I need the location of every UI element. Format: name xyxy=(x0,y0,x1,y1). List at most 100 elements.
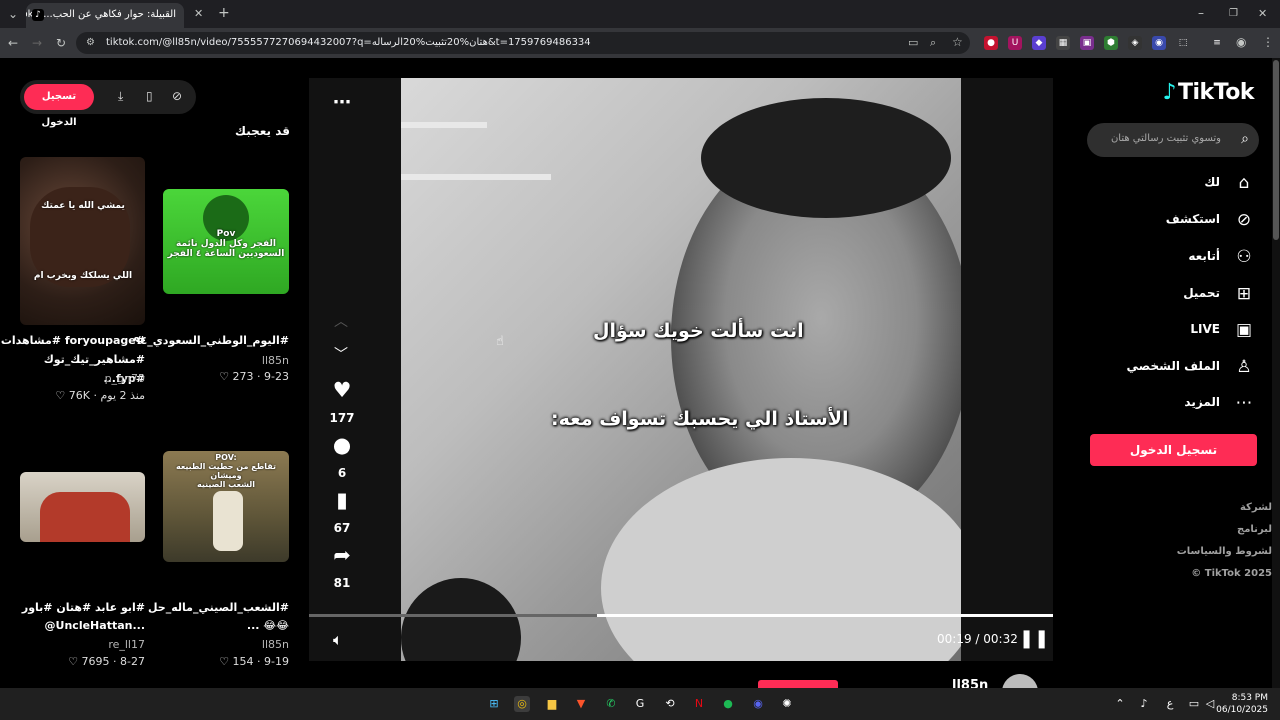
compass-small-icon[interactable]: ⊘ xyxy=(172,89,182,103)
home-icon[interactable]: ⌂ xyxy=(1234,173,1254,193)
spotify-icon[interactable]: ● xyxy=(720,696,736,712)
page-scrollbar[interactable] xyxy=(1272,58,1280,688)
forward-icon[interactable]: → xyxy=(32,36,42,50)
video-player[interactable]: ⋯ انت سألت خويك سؤال الأستاذ الي يحسبك ت… xyxy=(309,78,1053,661)
prev-video-icon[interactable]: ︿ xyxy=(334,311,348,331)
reload-icon[interactable]: ↻ xyxy=(56,36,66,50)
diamond-icon[interactable]: ◈ xyxy=(1128,36,1142,50)
dark-object xyxy=(401,578,521,661)
nav-more[interactable]: المزيد xyxy=(1184,395,1220,409)
suggestion-title-4b[interactable]: @UncleHattan... xyxy=(45,616,145,635)
file-explorer-icon[interactable]: ▆ xyxy=(544,696,560,712)
suggestion-title-3[interactable]: #الشعب_الصيني_ماله_حل xyxy=(148,598,289,617)
suggestion-title-2[interactable]: #foryoupage #مشاهدات xyxy=(1,331,145,350)
restore-icon[interactable]: ❐ xyxy=(1229,7,1238,21)
mic-icon[interactable]: ♪ xyxy=(1136,696,1152,712)
suggestion-user-3[interactable]: ll85n xyxy=(262,638,289,651)
author-avatar[interactable] xyxy=(1002,674,1038,688)
login-button-top[interactable]: تسجيل الدخول xyxy=(24,84,94,128)
suggestion-title-4[interactable]: #ابو عابد #هتان #باور xyxy=(22,598,145,617)
like-icon[interactable]: ♥ xyxy=(331,379,353,401)
suggestion-thumb-1[interactable]: Pov الفجر وكل الدول نائمة السعوديين السا… xyxy=(163,189,289,294)
nav-explore[interactable]: استكشف xyxy=(1166,212,1220,226)
tray-chevron-icon[interactable]: ⌃ xyxy=(1112,696,1128,712)
site-info-icon[interactable]: ⚙ xyxy=(86,36,95,50)
nav-live[interactable]: LIVE xyxy=(1190,322,1220,336)
system-clock[interactable]: 8:53 PM 06/10/2025 xyxy=(1216,692,1268,716)
shield-icon[interactable]: ◆ xyxy=(1032,36,1046,50)
video-progress-bar[interactable] xyxy=(309,614,1053,617)
zoom-icon[interactable]: ⌕ xyxy=(930,36,936,50)
capcut-icon[interactable]: ⟲ xyxy=(662,696,678,712)
reading-list-icon[interactable]: ≡ xyxy=(1210,36,1224,50)
tiktok-logo[interactable]: ♪TikTok xyxy=(1162,80,1254,105)
footer-program[interactable]: لبرنامج xyxy=(1237,524,1272,535)
next-video-icon[interactable]: ﹀ xyxy=(334,344,348,364)
search-input[interactable]: وتسوي تثبيت رسالتي هتان ⌕ xyxy=(1087,123,1259,157)
suggestion-title-3b[interactable]: 😂😂 ... xyxy=(247,616,289,635)
suggestion-thumb-3[interactable]: POV: تقاطع من حطيت الطبيعه وميشان الشعب … xyxy=(163,451,289,562)
puzzle-icon[interactable]: ▣ xyxy=(1080,36,1094,50)
ublock-icon[interactable]: U xyxy=(1008,36,1022,50)
bookmark-star-icon[interactable]: ☆ xyxy=(952,35,963,49)
profile-avatar-icon[interactable]: ◉ xyxy=(1236,35,1246,49)
author-name[interactable]: ll85n xyxy=(952,678,988,688)
follow-button[interactable] xyxy=(758,680,838,688)
extensions-icon[interactable]: ⬚ xyxy=(1176,36,1190,50)
comment-icon[interactable]: ● xyxy=(331,434,353,456)
new-tab-icon[interactable]: + xyxy=(218,6,230,20)
vpn-icon[interactable]: ⬢ xyxy=(1104,36,1118,50)
tab-search-icon[interactable]: ⌄ xyxy=(8,7,18,21)
suggestion-user-4[interactable]: re_ll17 xyxy=(108,638,145,651)
suggestion-user-2[interactable]: p_gn70 xyxy=(105,372,145,385)
suggestion-title-1[interactable]: #اليوم_الوطني_السعودي_٩٤ xyxy=(134,331,289,350)
language-indicator[interactable]: ع xyxy=(1162,696,1178,712)
scrollbar-thumb[interactable] xyxy=(1273,60,1279,240)
back-icon[interactable]: ← xyxy=(8,36,18,50)
eye-icon[interactable]: ◉ xyxy=(1152,36,1166,50)
footer-company[interactable]: لشركة xyxy=(1240,502,1272,513)
grid-icon[interactable]: ▦ xyxy=(1056,36,1070,50)
nav-following[interactable]: أتابعه xyxy=(1188,249,1220,263)
close-window-icon[interactable]: ✕ xyxy=(1258,7,1267,21)
nav-profile[interactable]: الملف الشخصي xyxy=(1127,359,1220,373)
footer-terms[interactable]: لشروط والسياسات xyxy=(1177,546,1272,557)
discord-icon[interactable]: ◉ xyxy=(750,696,766,712)
netflix-icon[interactable]: N xyxy=(691,696,707,712)
mobile-icon[interactable]: ▯ xyxy=(146,89,153,103)
suggestion-thumb-2[interactable]: يمشي الله يا عمتك اللي يسلكك وبخرب ام ال… xyxy=(20,157,145,325)
bookmark-icon[interactable]: ▮ xyxy=(331,489,353,511)
brave-icon[interactable]: ▼ xyxy=(573,696,589,712)
browser-tab[interactable]: ♪ القبيلة: حوار فكاهي عن الحب... | TikTo… xyxy=(26,3,184,28)
start-icon[interactable]: ⊞ xyxy=(486,696,502,712)
nav-upload[interactable]: تحميل xyxy=(1183,286,1220,300)
suggestion-user-1[interactable]: ll85n xyxy=(262,354,289,367)
volume-icon[interactable]: 🔈︎ xyxy=(333,630,343,650)
download-icon[interactable]: ⤓ xyxy=(118,89,123,104)
share-icon[interactable]: ➦ xyxy=(331,544,353,566)
close-tab-icon[interactable]: ✕ xyxy=(194,7,203,21)
compass-icon[interactable]: ⊘ xyxy=(1234,210,1254,230)
minimize-icon[interactable]: – xyxy=(1198,6,1204,20)
menu-icon[interactable]: ⋮ xyxy=(1262,35,1274,49)
more-icon[interactable]: ⋯ xyxy=(1234,393,1254,413)
search-icon[interactable]: ⌕ xyxy=(1241,131,1249,147)
suggestion-thumb-4[interactable] xyxy=(20,472,145,542)
pause-icon[interactable]: ❚❚ xyxy=(1019,628,1049,649)
app-g-icon[interactable]: G xyxy=(632,696,648,712)
chrome-icon[interactable]: ◎ xyxy=(514,696,530,712)
video-more-icon[interactable]: ⋯ xyxy=(333,92,351,113)
profile-icon[interactable]: ♙ xyxy=(1234,357,1254,377)
whatsapp-icon[interactable]: ✆ xyxy=(603,696,619,712)
video-frame[interactable] xyxy=(401,78,961,661)
nav-for-you[interactable]: لك xyxy=(1204,175,1220,189)
app-icon[interactable]: ✺ xyxy=(779,696,795,712)
live-icon[interactable]: ▣ xyxy=(1234,320,1254,340)
following-icon[interactable]: ⚇ xyxy=(1234,247,1254,267)
upload-icon[interactable]: ⊞ xyxy=(1234,284,1254,304)
opera-icon[interactable]: ● xyxy=(984,36,998,50)
url-input[interactable]: ⚙ tiktok.com/@ll85n/video/75555772706944… xyxy=(76,32,970,54)
login-button-sidebar[interactable]: تسجيل الدخول xyxy=(1090,434,1257,466)
cast-icon[interactable]: ▭ xyxy=(908,36,918,50)
network-icon[interactable]: ▭ xyxy=(1186,696,1202,712)
